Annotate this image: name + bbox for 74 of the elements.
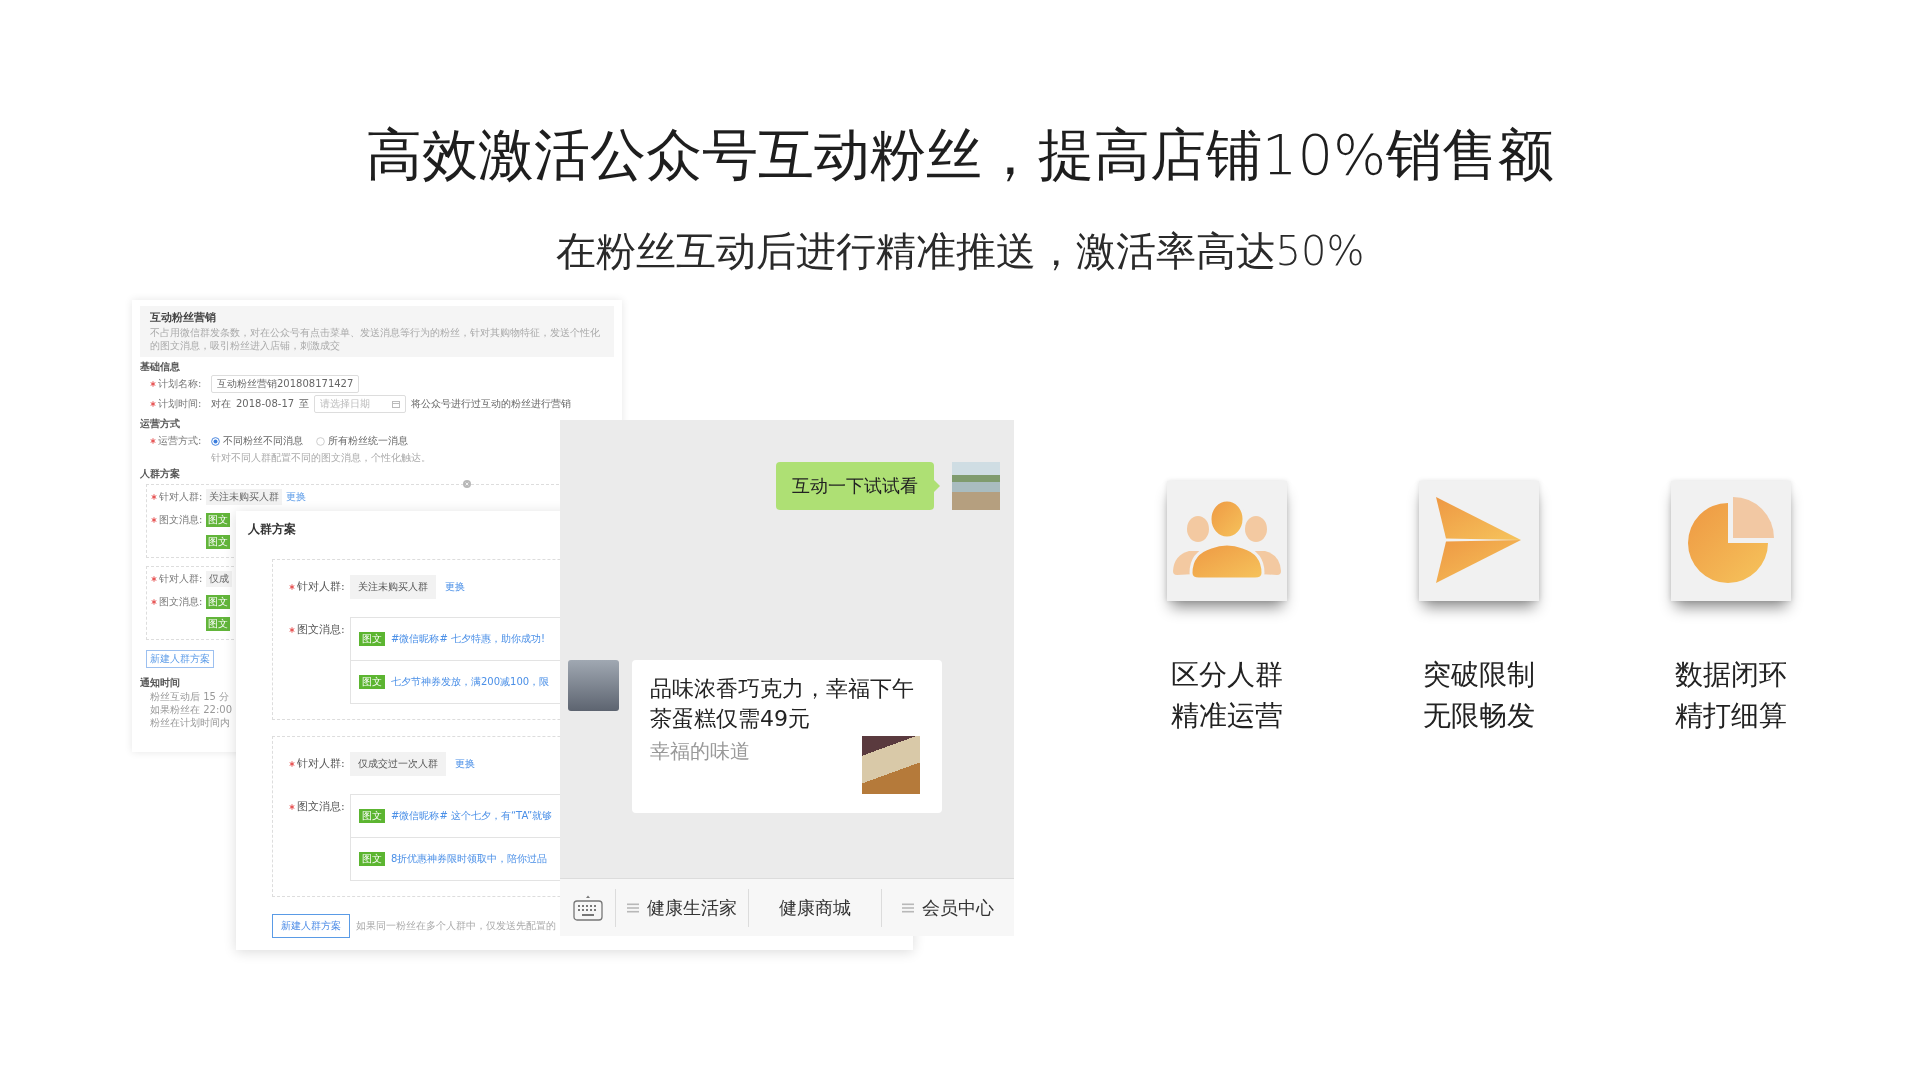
field-label: 运营方式: [158, 434, 202, 448]
change-link[interactable]: 更换 [286, 490, 307, 504]
change-link[interactable]: 更换 [455, 757, 475, 771]
feature-label: 数据闭环 [1675, 657, 1787, 693]
message-type-tag: 图文 [359, 809, 385, 823]
pie-chart-icon [1671, 481, 1791, 601]
avatar-placeholder [568, 660, 619, 711]
field-label: 针对人群: [159, 572, 203, 586]
audience-tag: 仅成交过一次人群 [350, 752, 446, 776]
card-title: 人群方案 [248, 521, 296, 537]
start-date-text: 2018-08-17 [236, 397, 295, 411]
radio-option[interactable]: 所有粉丝统一消息 [316, 434, 408, 448]
section-heading: 通知时间 [140, 676, 180, 690]
message-link[interactable]: 8折优惠神券限时领取中，陪你过品 [391, 852, 548, 866]
message-type-tag: 图文 [359, 852, 385, 866]
audience-tag: 关注未购买人群 [206, 489, 283, 505]
avatar-placeholder [952, 462, 1000, 510]
form-description: 不占用微信群发条数，对在公众号有点击菜单、发送消息等行为的粉丝，针对其购物特征，发送个性化的图文消息，吸引粉丝进入店铺，刺激成交 [150, 326, 601, 352]
message-type-tag: 图文 [206, 617, 231, 631]
field-label: 图文消息: [297, 799, 345, 815]
field-label: 计划名称: [158, 377, 202, 391]
section-heading: 人群方案 [140, 467, 180, 481]
form-text: 对在 [211, 397, 231, 411]
field-label: 针对人群: [297, 579, 345, 595]
feature-label: 精打细算 [1675, 698, 1787, 734]
paper-plane-icon [1419, 481, 1539, 601]
photo-placeholder [862, 736, 920, 794]
section-heading: 基础信息 [140, 360, 180, 374]
plan-name-field[interactable]: 互动粉丝营销201808171427 [211, 375, 360, 393]
subheadline: 在粉丝互动后进行精准推送，激活率高达50% [555, 227, 1365, 276]
field-label: 计划时间: [158, 397, 202, 411]
form-text: 将公众号进行过互动的粉丝进行营销 [411, 397, 572, 411]
feature-label: 无限畅发 [1423, 698, 1535, 734]
keyboard-icon[interactable] [572, 894, 603, 921]
message-type-tag: 图文 [359, 675, 385, 689]
feature-label: 精准运营 [1171, 698, 1283, 734]
notification-text: 如果粉丝在 22:00 [150, 703, 232, 716]
feature-label: 突破限制 [1423, 657, 1535, 693]
notification-text: 粉丝互动后 15 分 [150, 690, 230, 703]
hint-text: 针对不同人群配置不同的图文消息，个性化触达。 [211, 451, 431, 464]
field-label: 针对人群: [297, 756, 345, 772]
notification-text: 粉丝在计划时间内 [150, 716, 230, 729]
field-label: 针对人群: [159, 490, 203, 504]
menu-button[interactable]: 会员中心 [902, 895, 994, 920]
audience-tag: 关注未购买人群 [350, 575, 436, 599]
form-text: 至 [299, 397, 310, 411]
field-label: 图文消息: [159, 595, 203, 609]
radio-option[interactable]: 不同粉丝不同消息 [211, 434, 303, 448]
audience-tag: 仅成 [206, 571, 233, 587]
article-summary: 幸福的味道 [650, 738, 750, 765]
feature-label: 区分人群 [1171, 657, 1283, 693]
field-label: 图文消息: [297, 622, 345, 638]
people-icon [1167, 481, 1287, 601]
new-plan-button[interactable]: 新建人群方案 [272, 914, 350, 938]
menu-button[interactable]: 健康商城 [779, 895, 851, 920]
message-type-tag: 图文 [206, 595, 231, 609]
message-type-tag: 图文 [206, 535, 231, 549]
message-type-tag: 图文 [359, 632, 385, 646]
radio-button[interactable] [316, 436, 325, 446]
new-plan-button[interactable]: 新建人群方案 [146, 650, 214, 668]
change-link[interactable]: 更换 [445, 580, 465, 594]
message-link[interactable]: 七夕节神券发放，满200减100，限 [391, 675, 550, 689]
calendar-icon [392, 400, 401, 408]
field-label: 图文消息: [159, 513, 203, 527]
message-link[interactable]: #微信昵称# 七夕特惠，助你成功! [391, 632, 545, 646]
form-title: 互动粉丝营销 [150, 310, 216, 325]
message-link[interactable]: #微信昵称# 这个七夕，有“TA”就够 [391, 809, 553, 823]
radio-button[interactable] [211, 436, 220, 446]
headline: 高效激活公众号互动粉丝，提高店铺10%销售额 [365, 121, 1555, 189]
message-type-tag: 图文 [206, 513, 231, 527]
section-heading: 运营方式 [140, 417, 180, 431]
article-card[interactable]: 品味浓香巧克力，幸福下午茶蛋糕仅需49元 幸福的味道 [632, 660, 942, 813]
article-title: 品味浓香巧克力，幸福下午茶蛋糕仅需49元 [650, 675, 915, 733]
menu-button[interactable]: 健康生活家 [627, 895, 737, 920]
